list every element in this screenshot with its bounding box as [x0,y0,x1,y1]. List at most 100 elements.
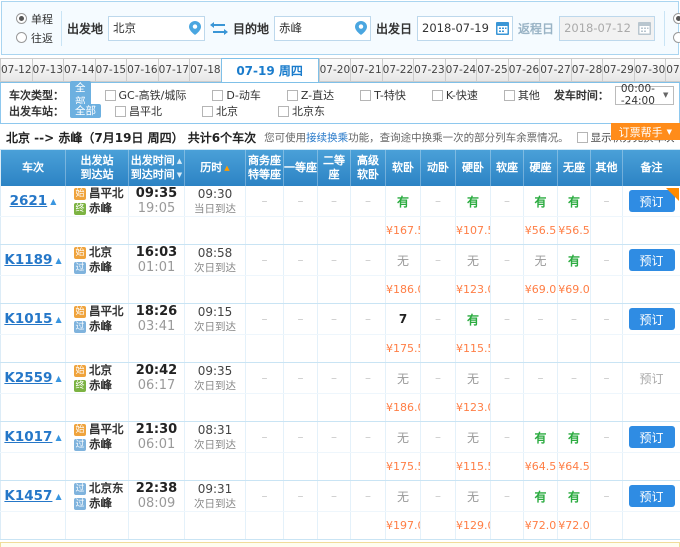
date-tab-07-23[interactable]: 07-23 [413,58,445,82]
arrival-day: 次日到达 [185,438,245,452]
depart-time-select[interactable]: 00:00--24:00 ▼ [615,86,674,105]
expand-icon[interactable]: ▲ [55,315,61,324]
checkbox-北京[interactable]: 北京 [202,103,238,119]
arrival-day: 当日到达 [185,202,245,216]
book-button[interactable]: 预订 [629,308,675,330]
station-all-badge[interactable]: 全部 [70,104,101,118]
depart-date-wrap [417,16,513,41]
radio-label: 往返 [31,30,53,46]
duration-cell: 09:15次日到达 [185,304,246,335]
date-tab-07-15[interactable]: 07-15 [95,58,127,82]
header-历时[interactable]: 历时▲ [185,150,246,186]
date-tab-07-21[interactable]: 07-21 [350,58,382,82]
price-cell: ¥186.0 [386,276,421,304]
train-number-link[interactable]: K1015 [4,311,52,327]
checkbox-其他[interactable]: 其他 [504,87,540,103]
date-tab-07-26[interactable]: 07-26 [508,58,540,82]
seat-cell: – [246,186,284,217]
seat-cell: – [421,363,456,394]
train-number-link[interactable]: 2621 [10,193,48,209]
price-cell: ¥123.0 [456,276,491,304]
seat-cell: 有 [558,422,591,453]
seat-cell: – [421,481,456,512]
checkbox-昌平北[interactable]: 昌平北 [115,103,162,119]
radio-normal-passenger[interactable]: 普通 [673,11,680,27]
train-cell: K1457▲ [1,481,66,512]
header-出发时间到达时间[interactable]: 出发时间▲到达时间▼ [129,150,185,186]
swap-stations-icon[interactable] [210,22,228,35]
book-button[interactable]: 预订 [629,426,675,448]
header-硬座: 硬座 [524,150,558,186]
checkbox-T-特快[interactable]: T-特快 [360,87,406,103]
checkbox-label: T-特快 [374,87,406,103]
date-tab-07-18[interactable]: 07-18 [189,58,221,82]
train-number-link[interactable]: K2559 [4,370,52,386]
train-number-link[interactable]: K1457 [4,488,52,504]
checkbox-label: GC-高铁/城际 [119,87,187,103]
calendar-icon-disabled [638,22,651,35]
sort-asc-icon[interactable]: ▲ [177,156,182,166]
return-date-input[interactable] [560,21,638,35]
checkbox-Z-直达[interactable]: Z-直达 [287,87,334,103]
seat-cell: – [421,422,456,453]
results-header-row: 车次出发站到达站出发时间▲到达时间▼历时▲商务座特等座一等座二等座高级软卧软卧动… [1,150,680,186]
book-button[interactable]: 预订 [629,249,675,271]
expand-icon[interactable]: ▲ [55,374,61,383]
date-tab-07-25[interactable]: 07-25 [476,58,508,82]
date-tabs: 07-1207-1307-1407-1507-1607-1707-1807-19… [0,58,680,82]
seat-cell: – [351,245,386,276]
date-tab-07-19[interactable]: 07-19 周四 [221,58,319,82]
book-button[interactable]: 预订 [629,485,675,507]
station-cell: 始北京过赤峰 [66,245,129,276]
checkbox-D-动车[interactable]: D-动车 [212,87,260,103]
arrive-time: 06:01 [129,437,184,452]
header-一等座: 一等座 [284,150,318,186]
booking-helper-button[interactable]: 订票帮手 ▼ [611,123,680,140]
radio-student-passenger[interactable]: 学生 [673,30,680,46]
location-pin-icon[interactable] [189,21,201,35]
seat-cell: – [591,363,623,394]
seat-cell: – [284,481,318,512]
expand-icon[interactable]: ▲ [50,197,56,206]
sort-desc-icon[interactable]: ▼ [177,170,182,180]
station-badge-过: 过 [74,321,86,333]
date-tab-07-17[interactable]: 07-17 [158,58,190,82]
radio-one-way[interactable]: 单程 [16,11,53,27]
date-tab-07-31[interactable]: 07-31 [665,58,680,82]
date-tab-07-29[interactable]: 07-29 [602,58,634,82]
seat-cell: – [491,422,524,453]
checkbox-K-快速[interactable]: K-快速 [432,87,478,103]
date-tab-07-12[interactable]: 07-12 [0,58,32,82]
station-badge-过: 过 [74,262,86,274]
date-tab-07-24[interactable]: 07-24 [445,58,477,82]
checkbox-北京东[interactable]: 北京东 [278,103,325,119]
train-number-link[interactable]: K1189 [4,252,52,268]
station-badge-过: 过 [74,483,86,495]
from-station: 昌平北 [89,186,124,201]
date-tab-07-16[interactable]: 07-16 [126,58,158,82]
expand-icon[interactable]: ▲ [55,433,61,442]
sort-asc-icon[interactable]: ▲ [224,163,229,173]
date-tab-07-22[interactable]: 07-22 [382,58,414,82]
depart-date-input[interactable] [418,21,496,35]
transfer-link[interactable]: 接续换乘 [306,132,348,144]
checkbox-GC-高铁/城际[interactable]: GC-高铁/城际 [105,87,187,103]
depart-time: 16:03 [129,245,184,260]
to-input[interactable] [275,21,355,35]
station-badge-过: 过 [74,498,86,510]
expand-icon[interactable]: ▲ [55,256,61,265]
from-input[interactable] [109,21,189,35]
train-number-link[interactable]: K1017 [4,429,52,445]
date-tab-07-30[interactable]: 07-30 [634,58,666,82]
location-pin-icon[interactable] [355,21,367,35]
date-tab-07-20[interactable]: 07-20 [319,58,351,82]
expand-icon[interactable]: ▲ [55,492,61,501]
date-tab-07-27[interactable]: 07-27 [539,58,571,82]
date-tab-07-13[interactable]: 07-13 [32,58,64,82]
radio-round-trip[interactable]: 往返 [16,30,53,46]
date-tab-07-14[interactable]: 07-14 [63,58,95,82]
date-tab-07-28[interactable]: 07-28 [571,58,603,82]
price-row-K1457: ¥197.0¥129.0¥72.0¥72.0 [1,512,680,540]
calendar-icon[interactable] [496,22,509,35]
book-cell: 预订 [623,304,680,335]
